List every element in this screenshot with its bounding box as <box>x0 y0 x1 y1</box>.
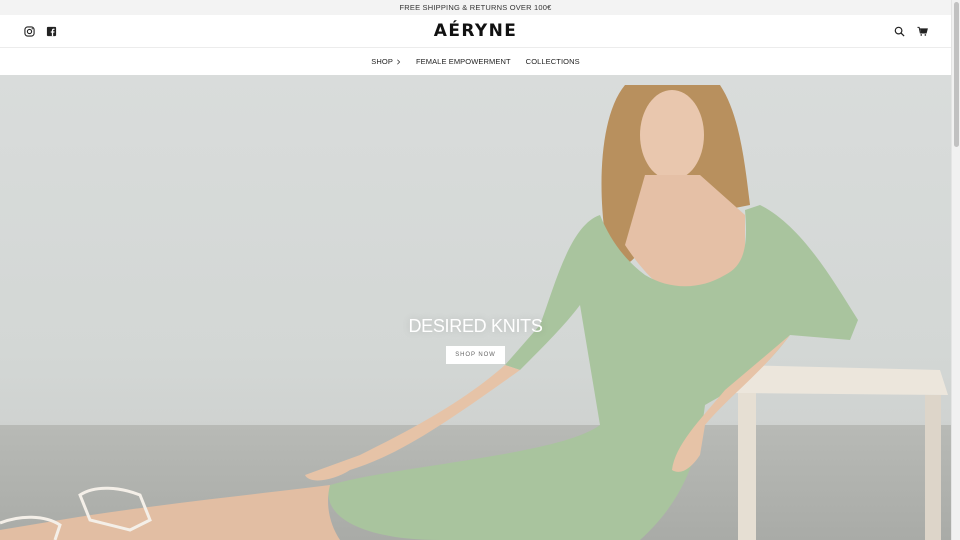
stool-illustration <box>730 365 948 540</box>
hero-banner[interactable]: DESIRED KNITS SHOP NOW <box>0 75 951 540</box>
nav-item-label: FEMALE EMPOWERMENT <box>415 57 511 66</box>
announcement-bar: FREE SHIPPING & RETURNS OVER 100€ <box>0 0 951 15</box>
scrollbar-thumb[interactable] <box>954 2 959 147</box>
brand-logo[interactable]: AÉRYNE <box>434 21 517 41</box>
search-icon[interactable] <box>894 26 905 37</box>
nav-item-collections[interactable]: COLLECTIONS <box>526 57 580 66</box>
cart-icon[interactable] <box>917 26 928 37</box>
chevron-right-icon <box>397 59 401 64</box>
announcement-text: FREE SHIPPING & RETURNS OVER 100€ <box>399 3 552 12</box>
main-nav: SHOP FEMALE EMPOWERMENT COLLECTIONS <box>0 48 951 75</box>
shop-now-button[interactable]: SHOP NOW <box>446 346 505 364</box>
hero-copy: DESIRED KNITS SHOP NOW <box>0 316 951 364</box>
model-illustration <box>0 85 858 540</box>
page: FREE SHIPPING & RETURNS OVER 100€ AÉRYNE… <box>0 0 951 540</box>
hero-image <box>0 85 948 540</box>
nav-item-label: COLLECTIONS <box>525 57 580 66</box>
site-header: AÉRYNE <box>0 15 951 48</box>
hero-title: DESIRED KNITS <box>408 316 543 336</box>
facebook-icon[interactable] <box>46 26 57 37</box>
scrollbar[interactable] <box>951 0 960 540</box>
social-links <box>24 25 57 37</box>
nav-item-female-empowerment[interactable]: FEMALE EMPOWERMENT <box>416 57 511 66</box>
instagram-icon[interactable] <box>24 25 35 37</box>
nav-item-label: SHOP <box>371 57 393 66</box>
nav-item-shop[interactable]: SHOP <box>371 57 401 66</box>
header-actions <box>894 26 928 37</box>
